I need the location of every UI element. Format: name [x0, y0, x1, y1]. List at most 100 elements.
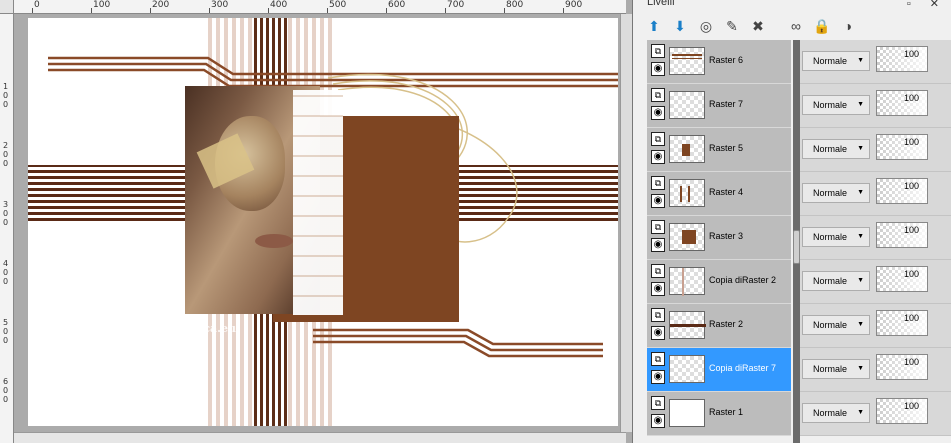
ruler-top-label: 0 [34, 0, 40, 10]
layer-info[interactable]: ⧉ ◉ Raster 7 [647, 84, 791, 128]
new-vector-layer-icon[interactable]: ⬇ [669, 15, 691, 37]
layer-visibility-icon[interactable]: ◎ [695, 15, 717, 37]
opacity-slider[interactable]: 100 [876, 134, 928, 160]
layer-properties: Normale ▼ 100 [800, 172, 951, 216]
layer-type-icon[interactable]: ⧉ [651, 352, 665, 366]
blend-mode-select[interactable]: Normale ▼ [802, 359, 870, 379]
opacity-value: 100 [903, 181, 919, 191]
visibility-eye-icon[interactable]: ◉ [651, 414, 665, 428]
layer-name: Copia diRaster 2 [709, 275, 777, 285]
layer-info[interactable]: ⧉ ◉ Copia diRaster 7 [647, 348, 791, 392]
watermark: Pinuccia www.maidiregrafica.eu [96, 308, 236, 335]
visibility-eye-icon[interactable]: ◉ [651, 282, 665, 296]
layer-thumbnail [669, 399, 705, 427]
ruler-left-label: 3 0 0 [3, 200, 9, 227]
layer-info[interactable]: ⧉ ◉ Raster 5 [647, 128, 791, 172]
opacity-slider[interactable]: 100 [876, 222, 928, 248]
blend-mode-select[interactable]: Normale ▼ [802, 139, 870, 159]
blend-mode-value: Normale [813, 100, 848, 110]
layer-icons: ⧉ ◉ [651, 88, 667, 124]
blend-mode-select[interactable]: Normale ▼ [802, 95, 870, 115]
chevron-down-icon: ▼ [857, 409, 864, 416]
blend-mode-value: Normale [813, 144, 848, 154]
visibility-eye-icon[interactable]: ◉ [651, 370, 665, 384]
layer-icons: ⧉ ◉ [651, 176, 667, 212]
layer-thumbnail [669, 91, 705, 119]
link-icon[interactable]: ∞ [785, 15, 807, 37]
visibility-eye-icon[interactable]: ◉ [651, 194, 665, 208]
layer-thumbnail [669, 223, 705, 251]
opacity-slider[interactable]: 100 [876, 90, 928, 116]
layer-type-icon[interactable]: ⧉ [651, 176, 665, 190]
chevron-down-icon: ▼ [857, 365, 864, 372]
visibility-eye-icon[interactable]: ◉ [651, 326, 665, 340]
visibility-eye-icon[interactable]: ◉ [651, 238, 665, 252]
layer-info[interactable]: ⧉ ◉ Raster 2 [647, 304, 791, 348]
layer-type-icon[interactable]: ⧉ [651, 396, 665, 410]
layer-info[interactable]: ⧉ ◉ Raster 4 [647, 172, 791, 216]
panel-window-buttons[interactable]: ▫ ✕ [907, 0, 947, 10]
ruler-top-label: 300 [211, 0, 229, 10]
new-raster-layer-icon[interactable]: ⬆ [643, 15, 665, 37]
opacity-value: 100 [903, 137, 919, 147]
splitter-handle[interactable] [793, 230, 800, 264]
opacity-value: 100 [903, 225, 919, 235]
canvas-area[interactable]: 0 100 200 300 400 500 600 700 800 900 1 0 0 2 0 0 3… [0, 0, 632, 443]
layer-name: Raster 7 [709, 99, 744, 109]
opacity-fill [877, 355, 927, 379]
ruler-left-label: 5 0 0 [3, 318, 9, 345]
opacity-slider[interactable]: 100 [876, 354, 928, 380]
ruler-top-label: 700 [447, 0, 465, 10]
mask-icon[interactable]: ◑ [837, 15, 859, 37]
ruler-top-tick [445, 8, 446, 13]
blend-mode-select[interactable]: Normale ▼ [802, 403, 870, 423]
layer-properties: Normale ▼ 100 [800, 348, 951, 392]
layer-info[interactable]: ⧉ ◉ Raster 6 [647, 40, 791, 84]
vertical-scrollbar[interactable] [620, 14, 632, 432]
blend-mode-select[interactable]: Normale ▼ [802, 51, 870, 71]
image-canvas[interactable]: Pinuccia www.maidiregrafica.eu [28, 18, 618, 426]
layer-thumbnail [669, 267, 705, 296]
opacity-slider[interactable]: 100 [876, 178, 928, 204]
layer-type-icon[interactable]: ⧉ [651, 44, 665, 58]
layer-icons: ⧉ ◉ [651, 132, 667, 168]
ruler-top-label: 400 [270, 0, 288, 10]
layer-type-icon[interactable]: ⧉ [651, 220, 665, 234]
layer-icons: ⧉ ◉ [651, 352, 667, 388]
layer-type-icon[interactable]: ⧉ [651, 88, 665, 102]
blend-mode-select[interactable]: Normale ▼ [802, 227, 870, 247]
blend-mode-value: Normale [813, 408, 848, 418]
ruler-top-tick [268, 8, 269, 13]
opacity-slider[interactable]: 100 [876, 46, 928, 72]
ruler-top-tick [386, 8, 387, 13]
opacity-fill [877, 47, 927, 71]
blend-mode-value: Normale [813, 364, 848, 374]
ruler-top-label: 900 [565, 0, 583, 10]
lips-shape [255, 234, 293, 248]
layer-info[interactable]: ⧉ ◉ Copia diRaster 2 [647, 260, 791, 304]
blend-mode-select[interactable]: Normale ▼ [802, 315, 870, 335]
opacity-slider[interactable]: 100 [876, 266, 928, 292]
ruler-corner [0, 0, 14, 14]
visibility-eye-icon[interactable]: ◉ [651, 106, 665, 120]
layer-name: Raster 6 [709, 55, 744, 65]
lock-icon[interactable]: 🔒 [811, 15, 833, 37]
delete-layer-icon[interactable]: ✖ [747, 15, 769, 37]
visibility-eye-icon[interactable]: ◉ [651, 150, 665, 164]
paint-layer-icon[interactable]: ✎ [721, 15, 743, 37]
layer-properties: Normale ▼ 100 [800, 216, 951, 260]
layer-type-icon[interactable]: ⧉ [651, 308, 665, 322]
opacity-slider[interactable]: 100 [876, 310, 928, 336]
blend-mode-select[interactable]: Normale ▼ [802, 183, 870, 203]
layer-icons: ⧉ ◉ [651, 220, 667, 256]
layer-info[interactable]: ⧉ ◉ Raster 3 [647, 216, 791, 260]
layer-info[interactable]: ⧉ ◉ Raster 1 [647, 392, 791, 436]
opacity-slider[interactable]: 100 [876, 398, 928, 424]
ruler-left-label: 6 0 0 [3, 377, 9, 404]
horizontal-scrollbar[interactable] [14, 432, 626, 443]
layer-thumbnail [669, 179, 705, 207]
blend-mode-select[interactable]: Normale ▼ [802, 271, 870, 291]
layer-type-icon[interactable]: ⧉ [651, 132, 665, 146]
layer-type-icon[interactable]: ⧉ [651, 264, 665, 278]
visibility-eye-icon[interactable]: ◉ [651, 62, 665, 76]
